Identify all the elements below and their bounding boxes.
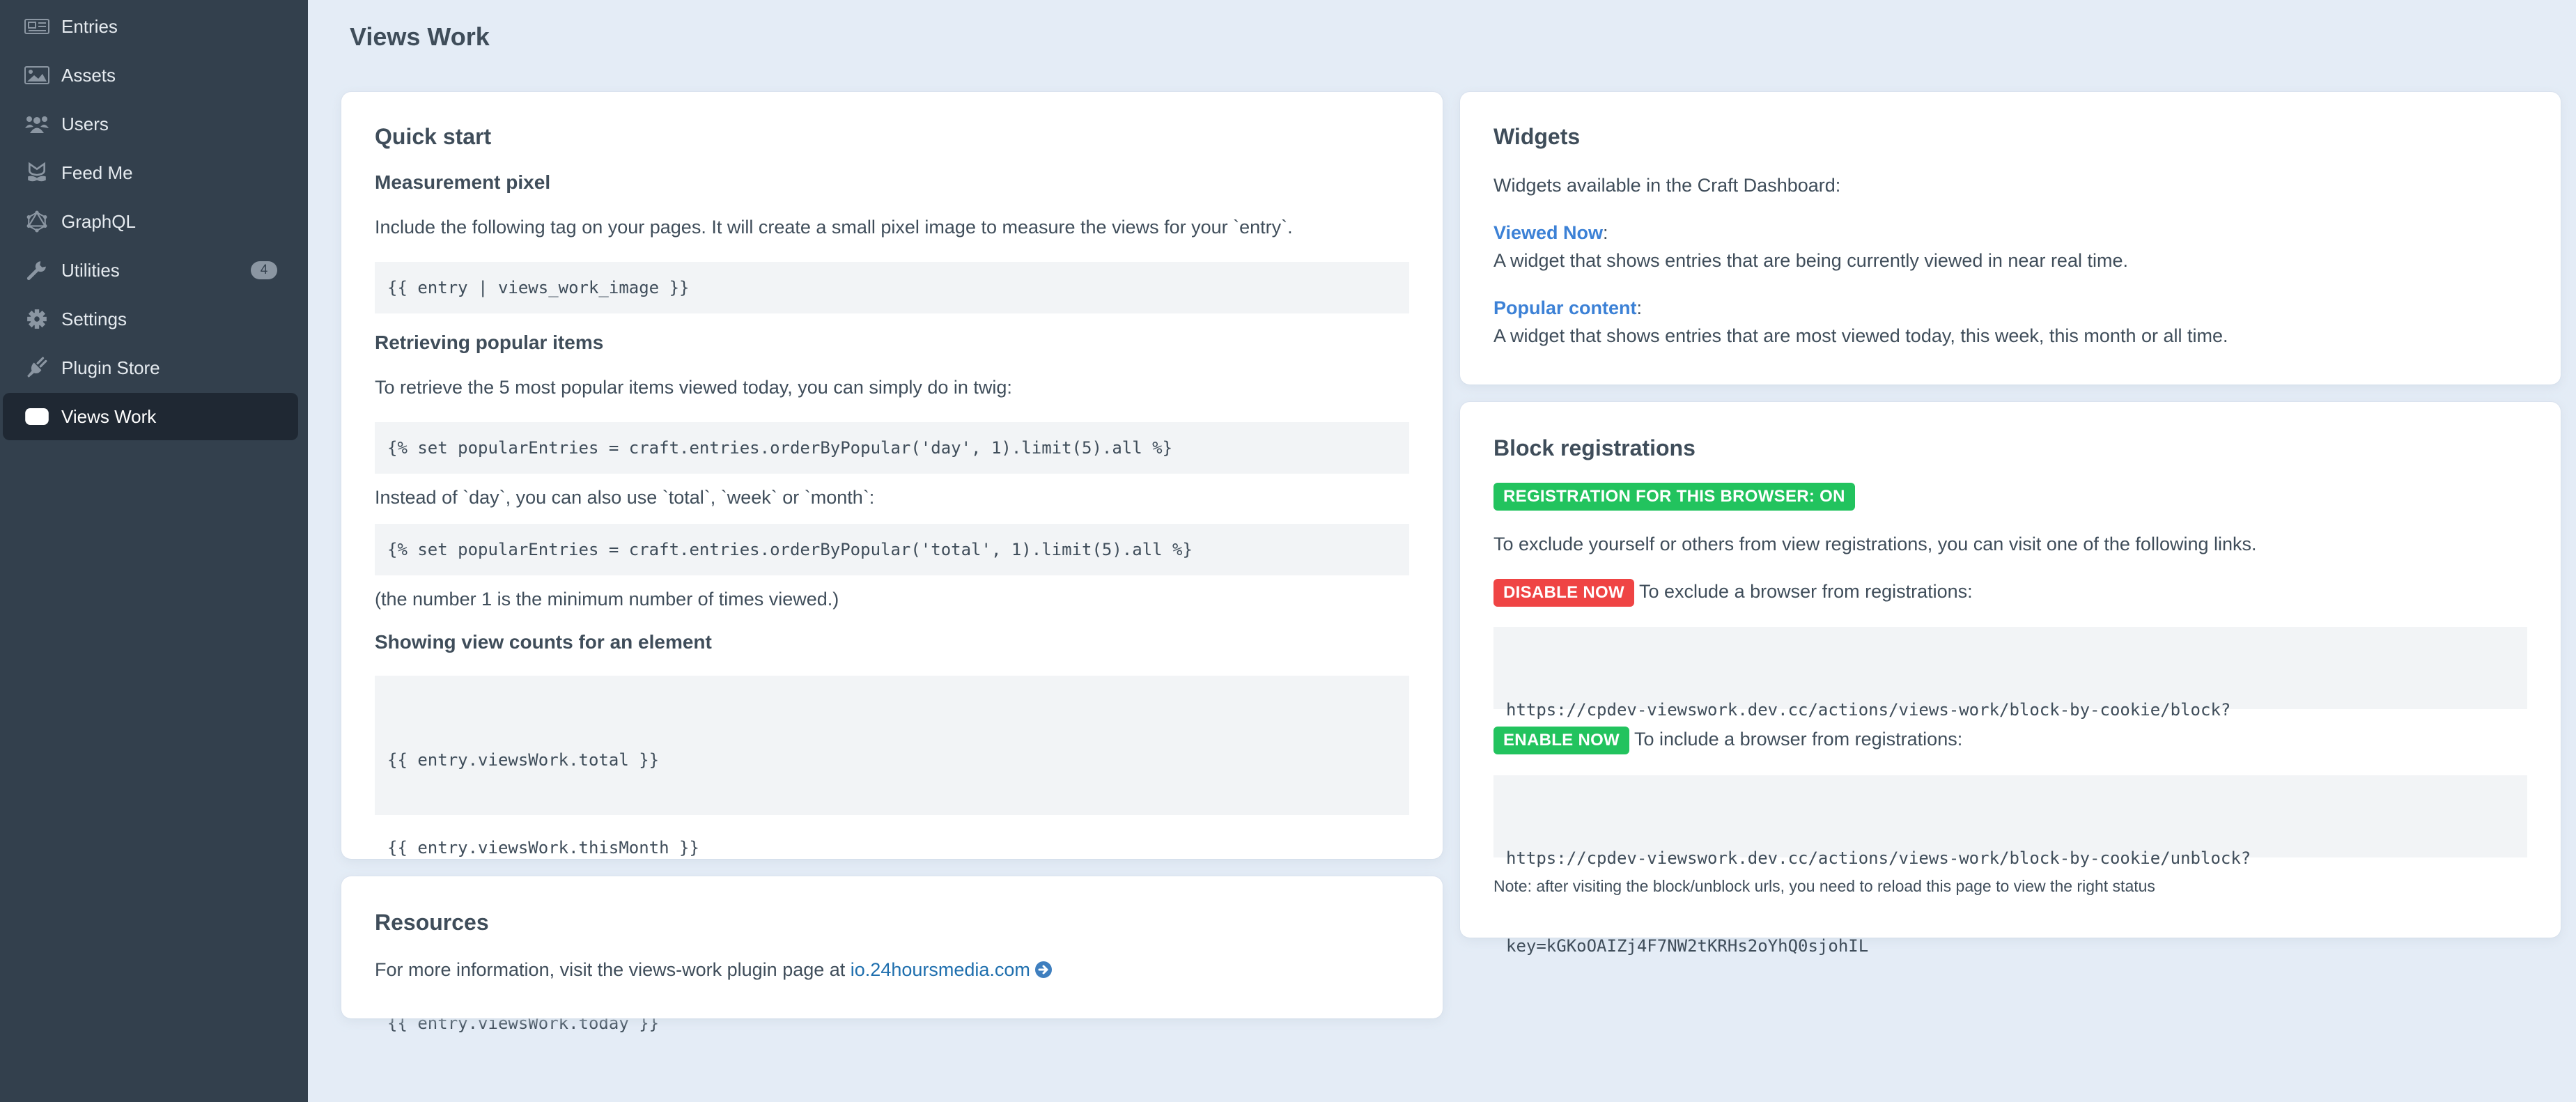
unblock-url-line: https://cpdev-viewswork.dev.cc/actions/v… (1506, 848, 2251, 868)
resources-card: Resources For more information, visit th… (341, 876, 1443, 1018)
sidebar-item-label: Feed Me (61, 162, 133, 183)
disable-row: DISABLE NOW To exclude a browser from re… (1493, 577, 2527, 607)
utilities-count-badge: 4 (251, 261, 277, 279)
gear-icon (24, 307, 50, 331)
image-icon (24, 63, 50, 87)
registration-status-badge: REGISTRATION FOR THIS BROWSER: ON (1493, 483, 1855, 511)
enable-now-button[interactable]: ENABLE NOW (1493, 726, 1629, 754)
block-url-code: https://cpdev-viewswork.dev.cc/actions/v… (1493, 627, 2527, 807)
measurement-pixel-heading: Measurement pixel (375, 171, 551, 193)
quick-start-card: Quick start Measurement pixel Include th… (341, 92, 1443, 1033)
plug-icon (24, 356, 50, 380)
external-link-arrow-icon[interactable] (1034, 961, 1053, 979)
plugin-page-link[interactable]: io.24hoursmedia.com (851, 959, 1030, 980)
enable-description: To include a browser from registrations: (1634, 729, 1963, 750)
sidebar-item-graphql[interactable]: GraphQL (3, 198, 298, 245)
viewed-now-link[interactable]: Viewed Now (1493, 222, 1603, 243)
wrench-icon (24, 258, 50, 282)
code-line: {{ entry.viewsWork.thisMonth }} (387, 838, 699, 857)
sidebar-item-label: Plugin Store (61, 357, 160, 378)
block-note: Note: after visiting the block/unblock u… (1493, 877, 2155, 895)
retrieving-popular-heading: Retrieving popular items (375, 332, 604, 353)
code-line: {{ entry.viewsWork.total }} (387, 750, 660, 770)
quick-start-title: Quick start (375, 124, 492, 149)
widget-viewed-now: Viewed Now: A widget that shows entries … (1493, 222, 2128, 271)
users-icon (24, 112, 50, 136)
popular-total-code: {% set popularEntries = craft.entries.or… (375, 524, 1409, 575)
unblock-url-line: key=kGKoOAIZj4F7NW2tKRHs2oYhQ0sjohIL (1506, 936, 1869, 956)
page-title: Views Work (350, 22, 490, 51)
resources-text-prefix: For more information, visit the views-wo… (375, 959, 851, 980)
viewed-now-description: A widget that shows entries that are bei… (1493, 250, 2128, 271)
sidebar-item-assets[interactable]: Assets (3, 52, 298, 99)
sidebar-item-entries[interactable]: Entries (3, 3, 298, 50)
sidebar-item-views-work[interactable]: Views Work (3, 393, 298, 440)
feed-me-icon (24, 161, 50, 185)
sidebar-item-label: Assets (61, 64, 116, 86)
widgets-intro: Widgets available in the Craft Dashboard… (1493, 175, 1841, 196)
sidebar-item-users[interactable]: Users (3, 100, 298, 148)
block-url-line: https://cpdev-viewswork.dev.cc/actions/v… (1506, 700, 2231, 720)
measurement-pixel-code: {{ entry | views_work_image }} (375, 262, 1409, 313)
sidebar-item-label: Users (61, 113, 109, 134)
popular-day-code: {% set popularEntries = craft.entries.or… (375, 422, 1409, 474)
widgets-card: Widgets Widgets available in the Craft D… (1460, 92, 2561, 385)
view-counts-heading: Showing view counts for an element (375, 631, 712, 653)
unblock-url-code: https://cpdev-viewswork.dev.cc/actions/v… (1493, 775, 2527, 956)
popular-content-link[interactable]: Popular content (1493, 297, 1637, 318)
newspaper-icon (24, 15, 50, 38)
block-intro-text: To exclude yourself or others from view … (1493, 534, 2257, 554)
block-registrations-card: Block registrations REGISTRATION FOR THI… (1460, 402, 2561, 956)
popular-content-description: A widget that shows entries that are mos… (1493, 325, 2228, 346)
widget-popular-content: Popular content: A widget that shows ent… (1493, 297, 2228, 346)
resources-title: Resources (375, 910, 489, 935)
retrieving-popular-text: To retrieve the 5 most popular items vie… (375, 377, 1012, 398)
sidebar-item-label: GraphQL (61, 210, 136, 232)
block-registrations-title: Block registrations (1493, 435, 1696, 460)
measurement-pixel-text: Include the following tag on your pages.… (375, 217, 1293, 238)
sidebar-item-label: Utilities (61, 259, 120, 281)
widgets-title: Widgets (1493, 124, 1581, 149)
sidebar: Entries Assets Users Feed Me GraphQL Uti… (0, 0, 308, 1102)
disable-description: To exclude a browser from registrations: (1638, 581, 1973, 602)
sidebar-item-feed-me[interactable]: Feed Me (3, 149, 298, 196)
popular-minimum-note: (the number 1 is the minimum number of t… (375, 589, 839, 610)
enable-row: ENABLE NOW To include a browser from reg… (1493, 725, 2527, 754)
sidebar-item-utilities[interactable]: Utilities 4 (3, 247, 298, 294)
resources-text: For more information, visit the views-wo… (375, 956, 1409, 984)
sidebar-item-label: Entries (61, 15, 118, 37)
graphql-icon (24, 210, 50, 233)
view-counts-code: {{ entry.viewsWork.total }} {{ entry.vie… (375, 676, 1409, 1033)
registration-status-row: REGISTRATION FOR THIS BROWSER: ON (1493, 483, 2527, 511)
views-work-icon (24, 405, 50, 428)
sidebar-item-plugin-store[interactable]: Plugin Store (3, 344, 298, 391)
popular-alternatives-text: Instead of `day`, you can also use `tota… (375, 487, 875, 508)
disable-now-button[interactable]: DISABLE NOW (1493, 578, 1634, 607)
sidebar-item-settings[interactable]: Settings (3, 295, 298, 343)
sidebar-item-label: Views Work (61, 405, 157, 427)
sidebar-item-label: Settings (61, 308, 127, 329)
